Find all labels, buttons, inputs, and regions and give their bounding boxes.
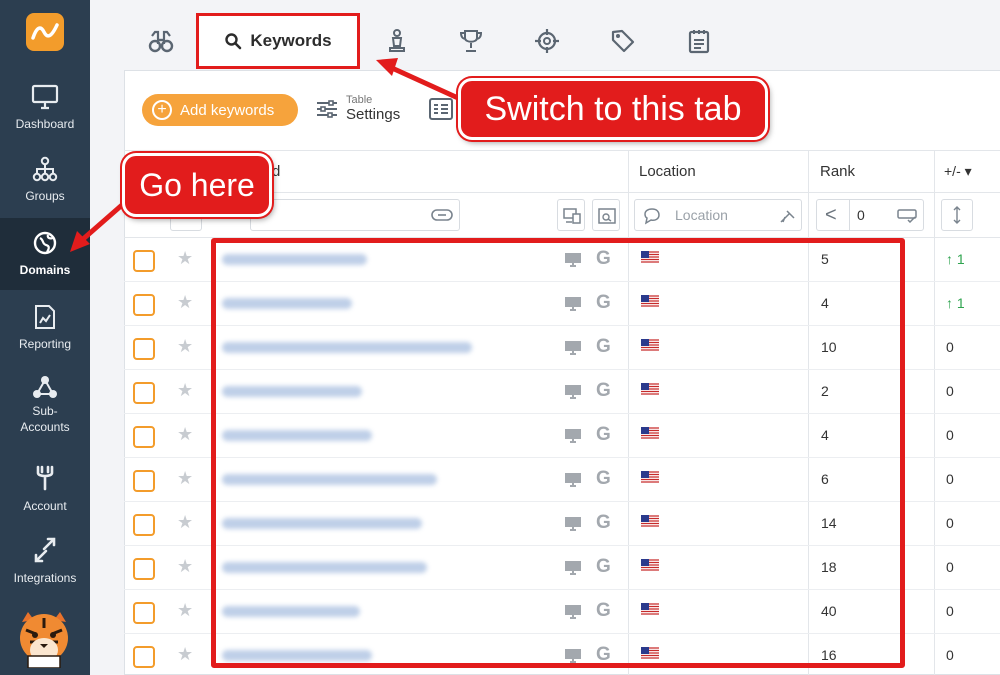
switch-tab-callout: Switch to this tab [458,78,768,140]
highlight-box [211,238,905,668]
go-here-callout: Go here [122,153,272,217]
